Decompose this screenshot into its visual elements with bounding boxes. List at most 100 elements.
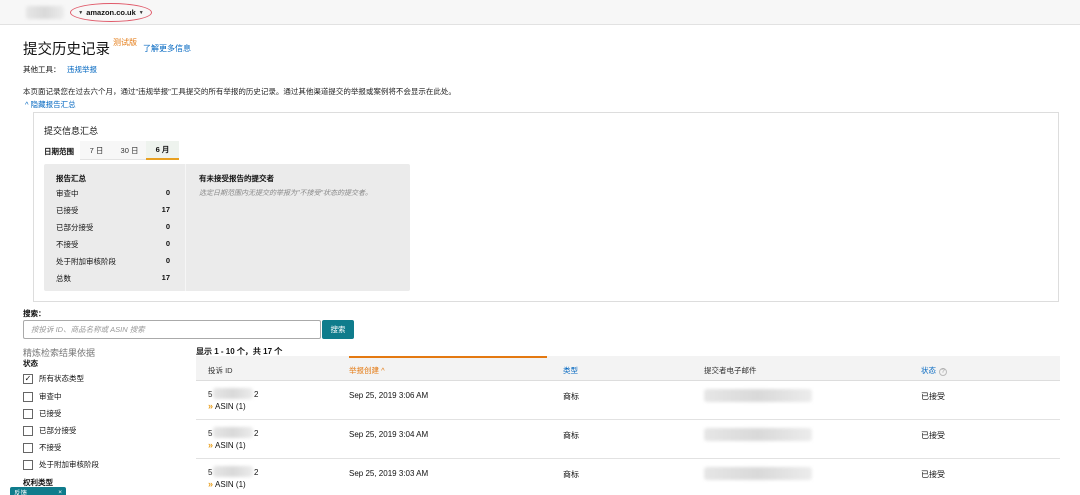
help-icon[interactable]: ? — [939, 368, 947, 376]
summary-title: 提交信息汇总 — [44, 126, 99, 136]
filter-label: 已接受 — [39, 409, 62, 418]
caret-down-icon: ▼ — [78, 9, 84, 16]
non-accepted-submitters-note: 选定日期范围内无提交的举报为"不接受"状态的提交者。 — [199, 190, 372, 197]
sort-asc-icon: ^ — [381, 366, 385, 375]
column-status[interactable]: 状态? — [921, 365, 947, 376]
table-row[interactable]: 5 2 » ASIN (1) Sep 25, 2019 3:04 AM 商标 已… — [196, 420, 1060, 459]
report-type: 商标 — [563, 470, 579, 479]
close-icon[interactable]: × — [58, 489, 62, 495]
page-title: 提交历史记录 — [23, 42, 110, 58]
hide-summary-link[interactable]: ^ 隐藏报告汇总 — [25, 99, 76, 110]
report-type: 商标 — [563, 431, 579, 440]
stat-value: 17 — [161, 205, 170, 214]
double-chevron-right-icon: » — [208, 479, 213, 489]
stat-label: 已接受 — [56, 206, 79, 215]
checkbox-icon[interactable] — [23, 425, 33, 436]
other-tools-label: 其他工具： — [23, 65, 61, 74]
asin-expander[interactable]: » ASIN (1) — [208, 479, 246, 489]
filter-under-review[interactable]: 审查中 — [23, 391, 62, 402]
column-complaint-id[interactable]: 投诉 ID — [208, 365, 233, 376]
summary-panel: 提交信息汇总 日期范围 7 日 30 日 6 月 报告汇总 审查中 0 已接受 … — [33, 112, 1059, 302]
column-label: 举报创建 — [349, 366, 379, 375]
filter-all-status[interactable]: ✓ 所有状态类型 — [23, 373, 84, 384]
stat-value: 0 — [165, 239, 170, 248]
filter-label: 处于附加审核阶段 — [39, 460, 99, 469]
stat-value: 17 — [161, 273, 170, 282]
results-table: 投诉 ID 举报创建 ^ 类型 提交者电子邮件 状态? 5 2 » ASIN (… — [196, 356, 1060, 495]
table-header: 投诉 ID 举报创建 ^ 类型 提交者电子邮件 状态? — [196, 356, 1060, 381]
stat-label: 不接受 — [56, 240, 79, 249]
filter-label: 不接受 — [39, 443, 62, 452]
stat-label: 总数 — [56, 274, 71, 283]
filter-additional-review[interactable]: 处于附加审核阶段 — [23, 459, 99, 470]
stat-value: 0 — [165, 256, 170, 265]
column-report-created[interactable]: 举报创建 ^ — [349, 365, 385, 376]
column-submitter-email: 提交者电子邮件 — [704, 366, 757, 375]
stat-value: 0 — [165, 222, 170, 231]
feedback-tab[interactable]: 反馈 × — [10, 487, 66, 495]
marketplace-selector[interactable]: ▼ amazon.co.uk ▼ — [70, 3, 152, 22]
complaint-id-suffix: 2 — [254, 429, 259, 438]
stats-panel: 报告汇总 审查中 0 已接受 17 已部分接受 0 不接受 0 处于附加审核阶段… — [44, 164, 410, 291]
asin-expander[interactable]: » ASIN (1) — [208, 401, 246, 411]
stat-label: 已部分接受 — [56, 223, 94, 232]
complaint-id-prefix: 5 — [208, 468, 213, 477]
stat-row: 已接受 17 — [56, 205, 170, 217]
stat-label: 处于附加审核阶段 — [56, 257, 116, 266]
redacted-id — [213, 466, 253, 477]
column-type[interactable]: 类型 — [563, 365, 578, 376]
filter-label: 已部分接受 — [39, 426, 77, 435]
sort-indicator-bar — [349, 356, 547, 358]
date-range-tabs: 7 日 30 日 6 月 — [80, 141, 179, 160]
non-accepted-submitters-title: 有未接受报告的提交者 — [199, 174, 274, 183]
filter-not-accepted[interactable]: 不接受 — [23, 442, 62, 453]
redacted-email — [704, 467, 812, 480]
table-row[interactable]: 5 2 » ASIN (1) Sep 25, 2019 3:06 AM 商标 已… — [196, 381, 1060, 420]
redacted-id — [213, 388, 253, 399]
asin-expander[interactable]: » ASIN (1) — [208, 440, 246, 450]
redacted-email — [704, 389, 812, 402]
created-date: Sep 25, 2019 3:03 AM — [349, 469, 429, 478]
asin-count: ASIN (1) — [215, 479, 246, 489]
stat-row-total: 总数 17 — [56, 273, 170, 285]
search-button[interactable]: 搜索 — [322, 320, 354, 339]
beta-badge: 测试版 — [113, 38, 137, 47]
search-label: 搜索： — [23, 309, 46, 318]
complaint-id-suffix: 2 — [254, 468, 259, 477]
filter-label: 所有状态类型 — [39, 374, 84, 383]
asin-count: ASIN (1) — [215, 401, 246, 411]
checkbox-icon[interactable] — [23, 459, 33, 470]
learn-more-link[interactable]: 了解更多信息 — [143, 43, 191, 54]
checkbox-checked-icon[interactable]: ✓ — [23, 373, 33, 384]
hide-summary-label: 隐藏报告汇总 — [30, 100, 76, 109]
report-status: 已接受 — [921, 470, 945, 479]
search-input[interactable] — [23, 320, 321, 339]
report-status: 已接受 — [921, 431, 945, 440]
caret-down-icon: ▼ — [138, 9, 144, 16]
tab-6-months[interactable]: 6 月 — [146, 141, 179, 160]
report-type: 商标 — [563, 392, 579, 401]
tab-30-days[interactable]: 30 日 — [113, 141, 146, 160]
stat-value: 0 — [165, 188, 170, 197]
filter-partially-accepted[interactable]: 已部分接受 — [23, 425, 77, 436]
redacted-email — [704, 428, 812, 441]
report-violation-link[interactable]: 违规举报 — [67, 64, 97, 75]
report-status: 已接受 — [921, 392, 945, 401]
column-label: 状态 — [921, 366, 936, 375]
complaint-id-prefix: 5 — [208, 429, 213, 438]
feedback-label: 反馈 — [14, 490, 27, 495]
report-summary: 报告汇总 审查中 0 已接受 17 已部分接受 0 不接受 0 处于附加审核阶段… — [44, 164, 186, 291]
checkbox-icon[interactable] — [23, 442, 33, 453]
checkbox-icon[interactable] — [23, 391, 33, 402]
tab-7-days[interactable]: 7 日 — [80, 141, 113, 160]
created-date: Sep 25, 2019 3:06 AM — [349, 391, 429, 400]
created-date: Sep 25, 2019 3:04 AM — [349, 430, 429, 439]
stat-row: 已部分接受 0 — [56, 222, 170, 234]
redacted-id — [213, 427, 253, 438]
filter-accepted[interactable]: 已接受 — [23, 408, 62, 419]
table-row[interactable]: 5 2 » ASIN (1) Sep 25, 2019 3:03 AM 商标 已… — [196, 459, 1060, 495]
stat-label: 审查中 — [56, 189, 79, 198]
top-bar: ▼ amazon.co.uk ▼ — [0, 0, 1080, 25]
stat-row: 不接受 0 — [56, 239, 170, 251]
checkbox-icon[interactable] — [23, 408, 33, 419]
